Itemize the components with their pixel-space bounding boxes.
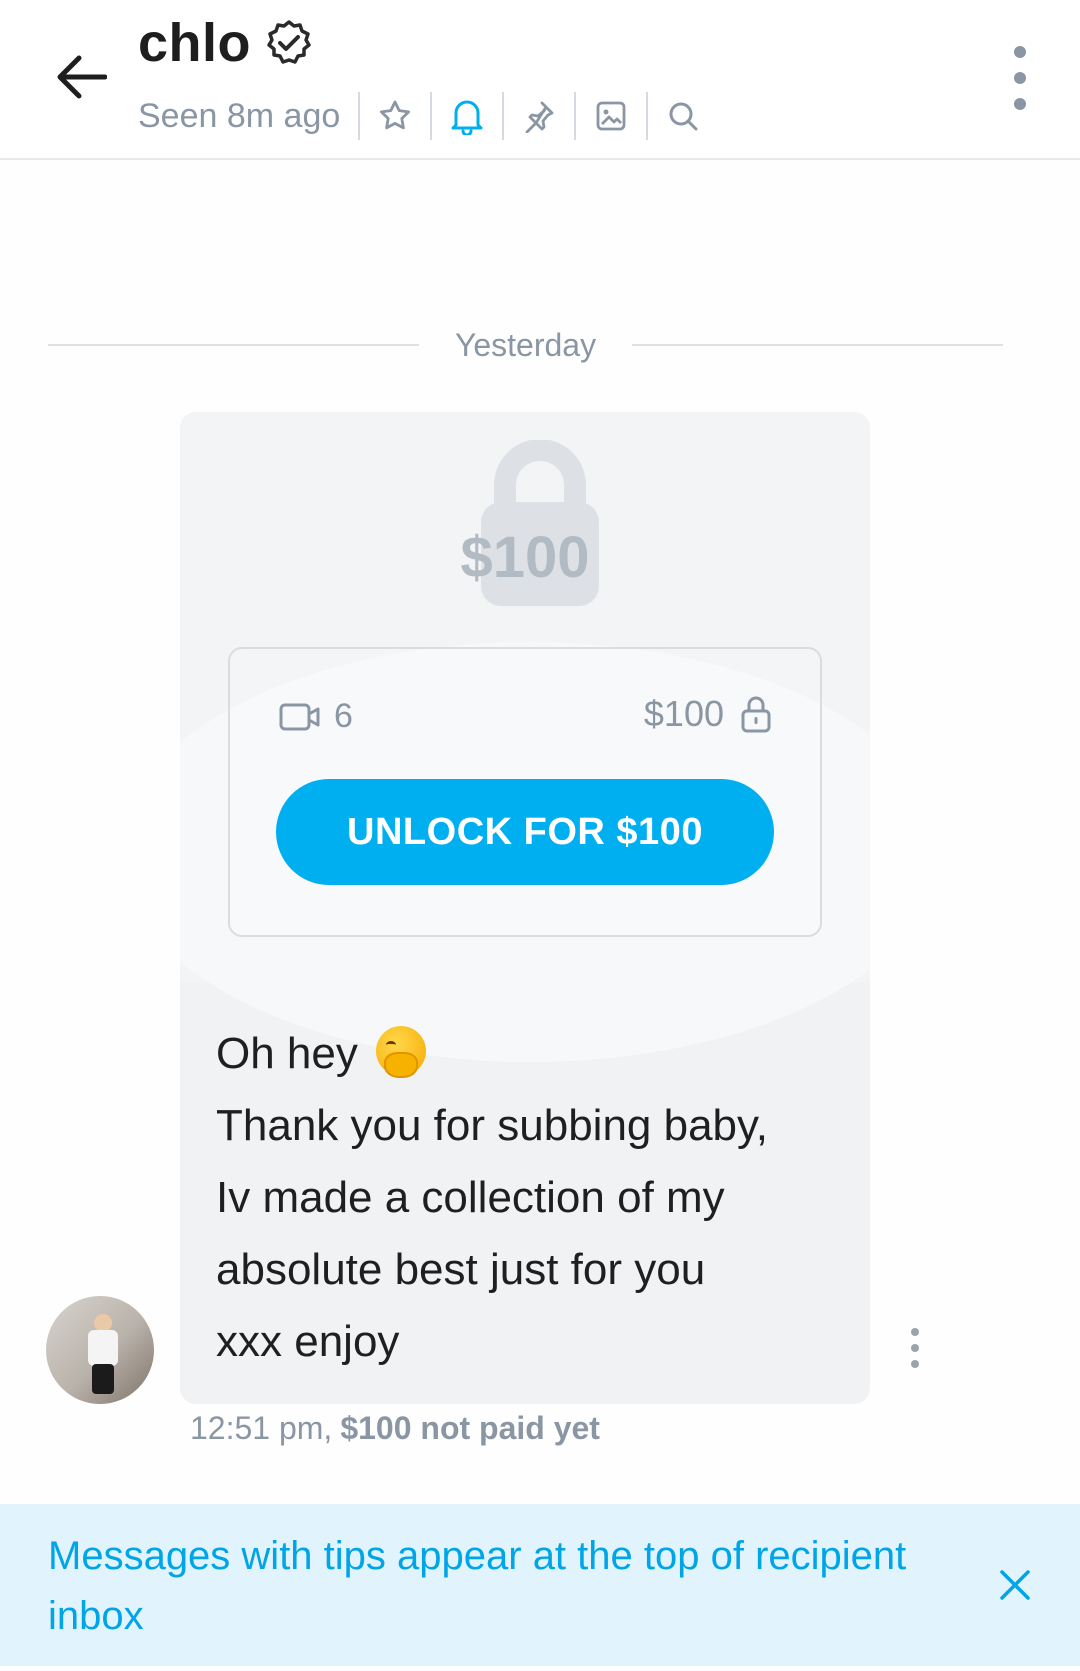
date-divider: Yesterday <box>48 320 1004 370</box>
video-icon <box>279 703 320 730</box>
price-info: $100 <box>644 693 772 735</box>
tip-info-banner: Messages with tips appear at the top of … <box>0 1504 1080 1666</box>
favorite-button[interactable] <box>360 90 430 142</box>
notifications-button[interactable] <box>432 90 502 142</box>
message-line: absolute best just for you <box>216 1245 706 1294</box>
chat-header: chlo Seen 8m ago <box>0 0 1080 160</box>
message-line: Iv made a collection of my <box>216 1173 725 1222</box>
back-button[interactable] <box>48 44 114 110</box>
media-count: 6 <box>278 697 353 736</box>
verified-badge-icon <box>267 20 311 64</box>
media-count-value: 6 <box>334 697 353 735</box>
search-button[interactable] <box>648 90 718 142</box>
close-banner-button[interactable] <box>990 1560 1040 1610</box>
bell-icon <box>451 100 483 135</box>
back-arrow-icon <box>57 55 107 99</box>
message-line: Thank you for subbing baby, <box>216 1101 768 1150</box>
star-icon <box>380 100 411 130</box>
pin-icon <box>525 101 554 133</box>
tip-banner-text: Messages with tips appear at the top of … <box>48 1534 907 1638</box>
date-label: Yesterday <box>454 326 597 363</box>
face-with-hand-over-mouth-icon <box>376 1026 427 1078</box>
more-options-button[interactable] <box>1000 46 1040 110</box>
chat-title[interactable]: chlo <box>138 12 251 74</box>
message-bubble: $100 6 $100 UNLOCK FOR $100 Oh hey Thank… <box>180 412 870 1404</box>
unlock-card: 6 $100 UNLOCK FOR $100 <box>228 647 822 937</box>
chat-screen: chlo Seen 8m ago Yesterday $100 6 $100 U… <box>0 0 1080 1671</box>
header-toolbar: Seen 8m ago <box>138 90 718 142</box>
title-row: chlo <box>138 12 313 74</box>
sender-avatar[interactable] <box>46 1296 154 1404</box>
payment-status: $100 not paid yet <box>340 1410 600 1446</box>
locked-price-overlay: $100 <box>460 525 590 590</box>
message-time: 12:51 pm, <box>190 1410 333 1446</box>
gallery-icon <box>596 101 626 131</box>
message-line: Oh hey <box>216 1018 846 1090</box>
search-icon <box>669 102 698 131</box>
more-dots-icon <box>1014 46 1026 58</box>
last-seen-status: Seen 8m ago <box>138 96 341 135</box>
message-text: Oh hey Thank you for subbing baby, Iv ma… <box>216 1018 846 1378</box>
message-line: xxx enjoy <box>216 1317 400 1366</box>
locked-media-preview[interactable]: $100 6 $100 UNLOCK FOR $100 <box>180 412 870 1062</box>
price-value: $100 <box>643 693 724 734</box>
gallery-button[interactable] <box>576 90 646 142</box>
message-options-button[interactable] <box>907 1328 923 1368</box>
more-dots-icon <box>911 1328 919 1336</box>
message-meta: 12:51 pm, $100 not paid yet <box>190 1410 600 1447</box>
padlock-icon <box>741 696 771 733</box>
close-icon <box>1000 1570 1030 1600</box>
unlock-button[interactable]: UNLOCK FOR $100 <box>276 779 774 885</box>
pin-button[interactable] <box>504 90 574 142</box>
